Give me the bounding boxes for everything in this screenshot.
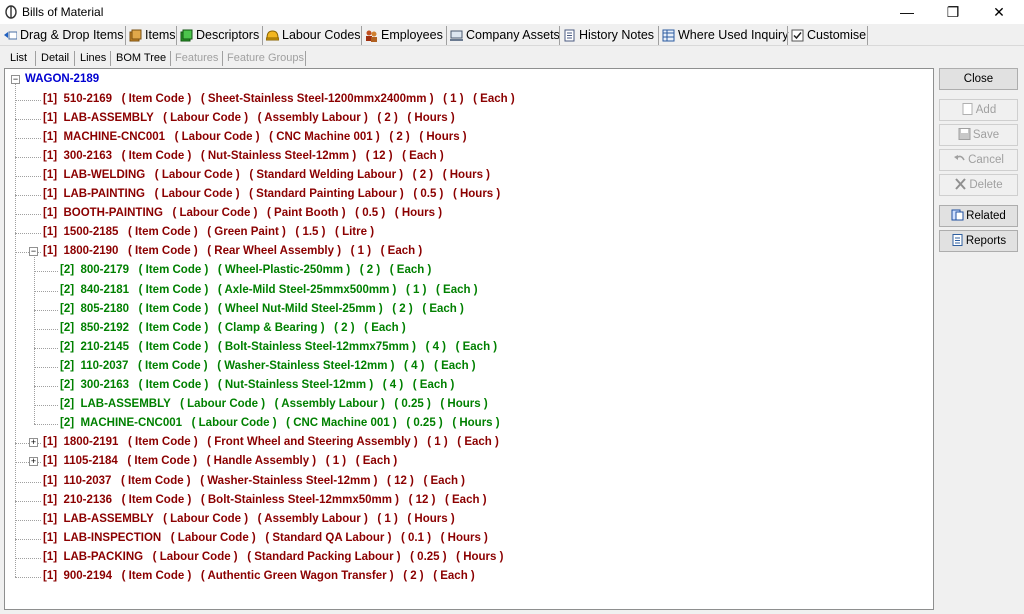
- toolbar-label: Drag & Drop Items: [20, 28, 124, 42]
- tree-node-level-2[interactable]: [2] 210-2145 ( Item Code ) ( Bolt-Stainl…: [60, 338, 497, 357]
- descriptors-icon: [180, 29, 193, 42]
- button-label: Delete: [969, 179, 1003, 191]
- tree-node-level-2[interactable]: [2] LAB-ASSEMBLY ( Labour Code ) ( Assem…: [60, 395, 488, 414]
- tree-root-node[interactable]: WAGON-2189: [25, 70, 99, 89]
- tab-features: Features: [175, 52, 219, 64]
- delete-button: Delete: [939, 174, 1018, 196]
- app-icon: [5, 5, 17, 19]
- tree-node-level-1[interactable]: [1] MACHINE-CNC001 ( Labour Code ) ( CNC…: [43, 128, 467, 147]
- tree-node-level-1[interactable]: [1] 210-2136 ( Item Code ) ( Bolt-Stainl…: [43, 491, 487, 510]
- drag-drop-items-button[interactable]: Drag & Drop Items: [2, 26, 124, 45]
- button-label: Reports: [965, 235, 1007, 247]
- reports-button[interactable]: Reports: [939, 230, 1018, 252]
- close-window-button[interactable]: ✕: [976, 0, 1022, 24]
- save-button: Save: [939, 124, 1018, 146]
- button-label: Save: [972, 129, 1000, 141]
- expand-toggle[interactable]: +: [29, 457, 38, 467]
- items-icon: [129, 29, 142, 42]
- labour-codes-button[interactable]: Labour Codes: [264, 26, 361, 45]
- tab-detail[interactable]: Detail: [37, 49, 73, 68]
- tree-node-level-2[interactable]: [2] 800-2179 ( Item Code ) ( Wheel-Plast…: [60, 261, 431, 280]
- company-assets-icon: [450, 30, 463, 41]
- toolbar: Drag & Drop Items Items Descriptors Labo…: [0, 24, 1024, 46]
- tree-node-level-1[interactable]: [1] LAB-ASSEMBLY ( Labour Code ) ( Assem…: [43, 109, 455, 128]
- company-assets-button[interactable]: Company Assets: [448, 26, 560, 45]
- tree-node-level-1[interactable]: [1] LAB-INSPECTION ( Labour Code ) ( Sta…: [43, 529, 488, 548]
- tree-node-level-2[interactable]: [2] 805-2180 ( Item Code ) ( Wheel Nut-M…: [60, 300, 464, 319]
- tree-node-level-2[interactable]: [2] 850-2192 ( Item Code ) ( Clamp & Bea…: [60, 319, 406, 338]
- undo-icon: [954, 155, 965, 161]
- tree-node-level-1[interactable]: [1] 110-2037 ( Item Code ) ( Washer-Stai…: [43, 472, 465, 491]
- tab-bom-tree[interactable]: BOM Tree: [112, 49, 170, 68]
- maximize-button[interactable]: ❐: [930, 0, 976, 24]
- tree-node-level-1[interactable]: [1] LAB-PACKING ( Labour Code ) ( Standa…: [43, 548, 503, 567]
- tab-feature-groups: Feature Groups: [227, 52, 305, 64]
- window-title: Bills of Material: [22, 5, 104, 19]
- tree-node-level-1[interactable]: [1] LAB-PAINTING ( Labour Code ) ( Stand…: [43, 185, 500, 204]
- tree-node-level-1[interactable]: [1] LAB-WELDING ( Labour Code ) ( Standa…: [43, 166, 490, 185]
- drag-drop-icon: [4, 31, 17, 40]
- toolbar-label: Items: [145, 28, 176, 42]
- tree-node-level-1[interactable]: [1] 900-2194 ( Item Code ) ( Authentic G…: [43, 567, 475, 586]
- reports-icon: [952, 234, 963, 246]
- tree-node-level-2[interactable]: [2] MACHINE-CNC001 ( Labour Code ) ( CNC…: [60, 414, 500, 433]
- add-button: Add: [939, 99, 1018, 121]
- delete-x-icon: [955, 178, 967, 190]
- related-icon: [951, 209, 964, 221]
- button-label: Close: [963, 73, 994, 85]
- toolbar-label: History Notes: [579, 28, 655, 42]
- tab-lines[interactable]: Lines: [76, 49, 110, 68]
- cancel-button: Cancel: [939, 149, 1018, 171]
- related-button[interactable]: Related: [939, 205, 1018, 227]
- descriptors-button[interactable]: Descriptors: [178, 26, 259, 45]
- collapse-toggle[interactable]: −: [29, 247, 38, 257]
- where-used-icon: [662, 29, 675, 42]
- tree-node-level-1[interactable]: [1] 1500-2185 ( Item Code ) ( Green Pain…: [43, 223, 374, 242]
- button-label: Cancel: [968, 154, 1004, 166]
- toolbar-label: Labour Codes: [282, 28, 361, 42]
- employees-button[interactable]: Employees: [363, 26, 443, 45]
- tree-node-level-2[interactable]: [2] 300-2163 ( Item Code ) ( Nut-Stainle…: [60, 376, 454, 395]
- history-notes-button[interactable]: History Notes: [561, 26, 654, 45]
- tree-node-level-1[interactable]: [1] 1105-2184 ( Item Code ) ( Handle Ass…: [43, 452, 397, 471]
- save-disk-icon: [958, 128, 971, 140]
- tree-node-level-1[interactable]: [1] LAB-ASSEMBLY ( Labour Code ) ( Assem…: [43, 510, 455, 529]
- customise-button[interactable]: Customise: [789, 26, 866, 45]
- tree-node-level-1[interactable]: [1] BOOTH-PAINTING ( Labour Code ) ( Pai…: [43, 204, 442, 223]
- add-document-icon: [962, 103, 973, 115]
- tree-node-level-1[interactable]: [1] 1800-2190 ( Item Code ) ( Rear Wheel…: [43, 242, 422, 261]
- tree-node-level-2[interactable]: [2] 840-2181 ( Item Code ) ( Axle-Mild S…: [60, 281, 478, 300]
- title-bar: Bills of Material — ❐ ✕: [0, 0, 1024, 24]
- toolbar-label: Descriptors: [196, 28, 260, 42]
- tab-list[interactable]: List: [6, 49, 31, 68]
- toolbar-label: Where Used Inquiry: [678, 28, 789, 42]
- tree-node-level-1[interactable]: [1] 300-2163 ( Item Code ) ( Nut-Stainle…: [43, 147, 444, 166]
- tree-node-level-2[interactable]: [2] 110-2037 ( Item Code ) ( Washer-Stai…: [60, 357, 476, 376]
- items-button[interactable]: Items: [127, 26, 176, 45]
- root-collapse-toggle[interactable]: −: [11, 75, 20, 84]
- expand-toggle[interactable]: +: [29, 438, 38, 448]
- where-used-inquiry-button[interactable]: Where Used Inquiry: [660, 26, 788, 45]
- toolbar-label: Customise: [807, 28, 867, 42]
- button-label: Related: [966, 210, 1006, 222]
- tree-node-level-1[interactable]: [1] 510-2169 ( Item Code ) ( Sheet-Stain…: [43, 90, 515, 109]
- tree-node-level-1[interactable]: [1] 1800-2191 ( Item Code ) ( Front Whee…: [43, 433, 499, 452]
- close-button[interactable]: Close: [939, 68, 1018, 90]
- minimize-button[interactable]: —: [884, 0, 930, 24]
- history-notes-icon: [564, 29, 575, 42]
- labour-codes-icon: [266, 30, 279, 41]
- customise-checkbox-icon: [791, 29, 804, 42]
- bom-tree-view[interactable]: − WAGON-2189 [1] 510-2169 ( Item Code ) …: [4, 68, 934, 610]
- toolbar-label: Employees: [381, 28, 443, 42]
- employees-icon: [366, 30, 377, 42]
- button-label: Add: [975, 104, 997, 116]
- toolbar-label: Company Assets: [466, 28, 560, 42]
